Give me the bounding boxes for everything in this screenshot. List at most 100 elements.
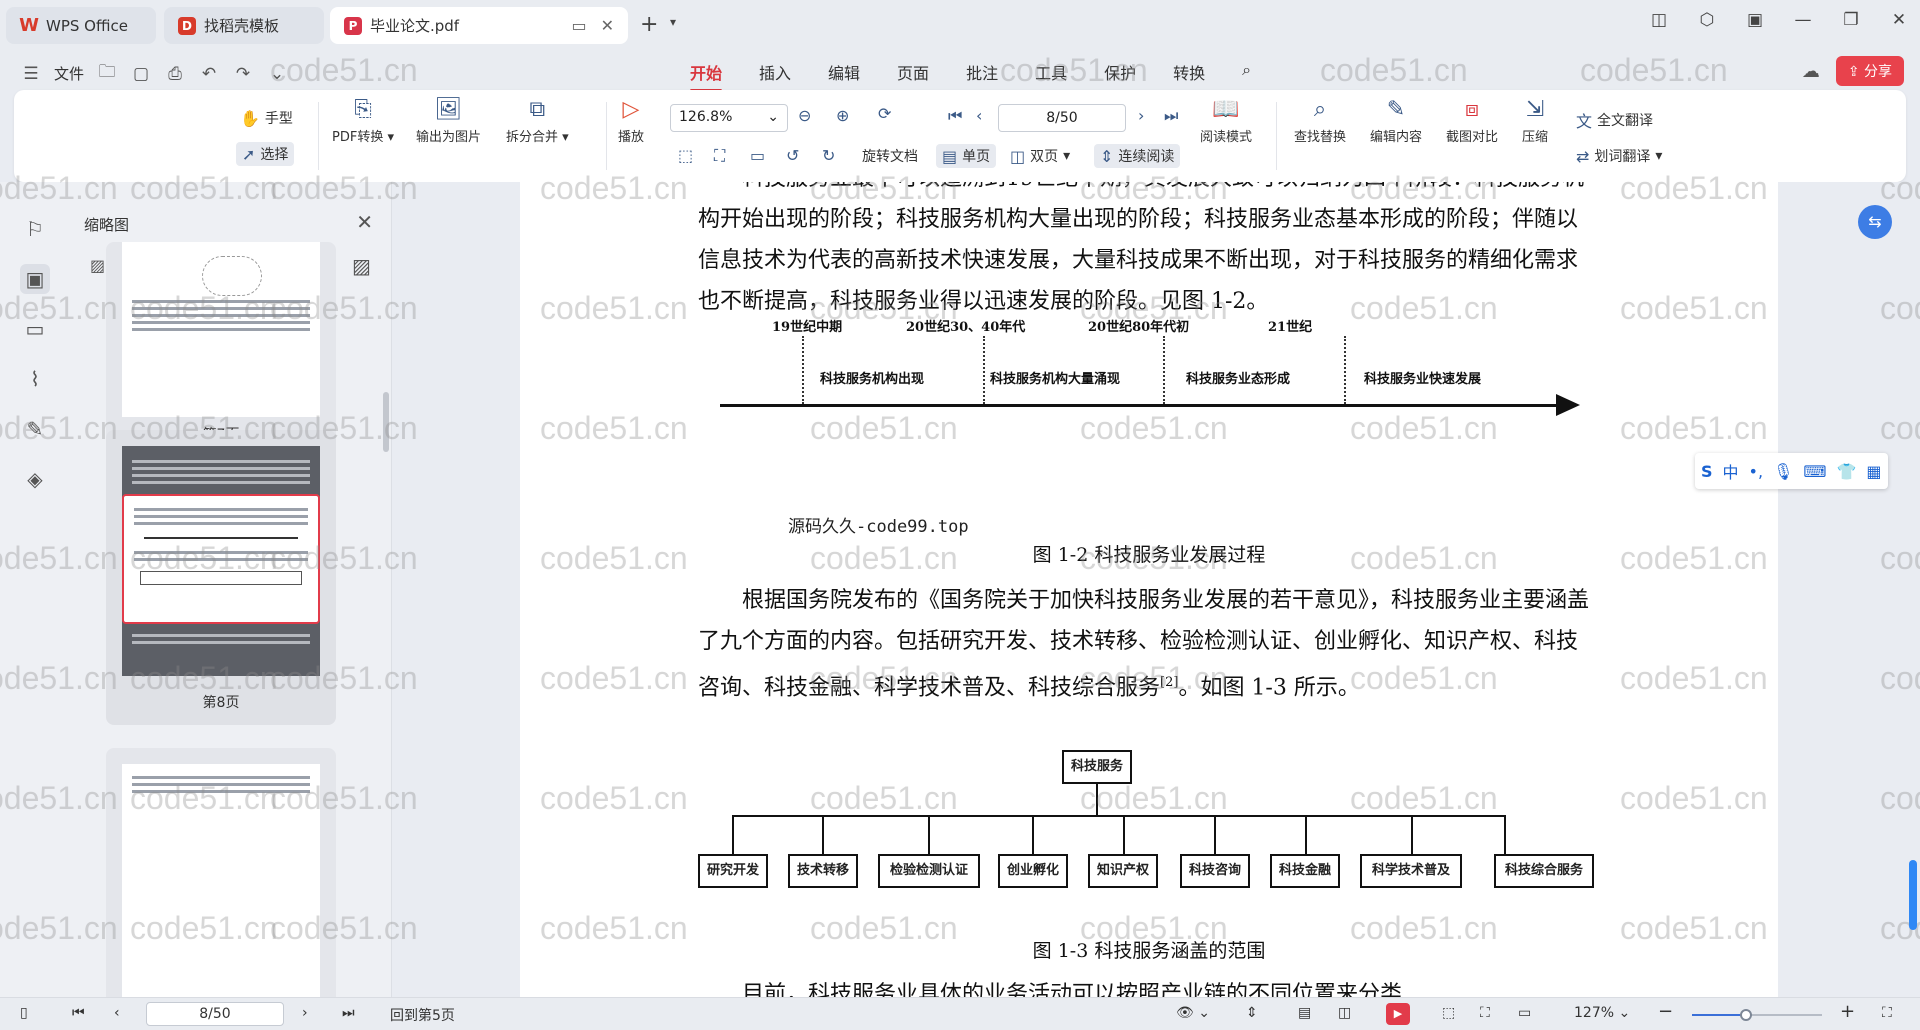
tab-edit[interactable]: 编辑	[828, 60, 860, 84]
tab-convert[interactable]: 转换	[1173, 60, 1205, 84]
minimize-icon[interactable]: —	[1792, 10, 1814, 30]
actual-size-icon[interactable]: ⬚	[678, 146, 693, 165]
layout-icon[interactable]: ◫	[1648, 10, 1670, 30]
tab-wps-office[interactable]: W WPS Office	[6, 7, 156, 44]
close-icon[interactable]: ✕	[356, 210, 373, 234]
fit-page-icon[interactable]: ⛶	[1480, 1005, 1490, 1021]
single-page-button[interactable]: ▤ 单页	[936, 144, 997, 168]
chevron-down-icon[interactable]: ⌄	[266, 64, 288, 84]
thumbnail-page-8[interactable]: 第8页	[106, 430, 336, 725]
bookmark-icon[interactable]: ⚐	[20, 214, 50, 244]
signature-icon[interactable]: ✎	[20, 414, 50, 444]
double-page-icon[interactable]: ◫	[1338, 1005, 1351, 1021]
rotate-right-icon[interactable]: ↻	[822, 146, 835, 165]
cloud-icon[interactable]: ☁	[1802, 61, 1820, 82]
document-scrollbar[interactable]	[1909, 860, 1917, 930]
export-image-button[interactable]: 🖼 输出为图片	[416, 94, 481, 145]
share-button[interactable]: ⇪ 分享	[1835, 56, 1904, 86]
double-page-button[interactable]: ◫ 双页 ▾	[1010, 146, 1070, 166]
ime-language[interactable]: 中	[1723, 459, 1739, 483]
fit-page-icon[interactable]: ⛶	[714, 146, 725, 166]
punctuation-icon[interactable]: •,	[1749, 462, 1764, 481]
keyboard-icon[interactable]: ⌨	[1803, 462, 1826, 481]
zoom-in-icon[interactable]: +	[1840, 1001, 1855, 1022]
citation-ref[interactable]: [2]	[1160, 675, 1178, 690]
translate-full-button[interactable]: 文 全文翻译	[1576, 108, 1653, 132]
continuous-icon[interactable]: ⇕	[1246, 1005, 1258, 1021]
tab-annotate[interactable]: 批注	[966, 60, 998, 84]
select-tool-button[interactable]: ➚ 选择	[236, 142, 295, 166]
file-menu[interactable]: 文件	[54, 63, 84, 84]
thumbnail-scrollbar[interactable]	[383, 392, 389, 452]
attachment-icon[interactable]: ⌇	[20, 364, 50, 394]
thumbnail-page-9[interactable]	[106, 748, 336, 997]
split-merge-button[interactable]: ⧉ 拆分合并 ▾	[506, 94, 569, 145]
close-tab-icon[interactable]: ✕	[601, 16, 614, 35]
undo-icon[interactable]: ↶	[198, 64, 220, 84]
tab-page[interactable]: 页面	[897, 60, 929, 84]
compare-button[interactable]: ⧈ 截图对比	[1446, 94, 1498, 145]
page-input[interactable]: 8/50	[146, 1002, 284, 1026]
play-button[interactable]: ▷ 播放	[618, 94, 644, 145]
zoom-out-icon[interactable]: −	[1658, 1001, 1673, 1022]
hamburger-icon[interactable]: ☰	[20, 64, 42, 84]
tab-insert[interactable]: 插入	[759, 60, 791, 84]
tab-start[interactable]: 开始	[690, 60, 723, 92]
play-icon[interactable]: ▶	[1386, 1003, 1410, 1025]
prev-page-icon[interactable]: ‹	[114, 1005, 120, 1021]
tab-protect[interactable]: 保护	[1104, 60, 1136, 84]
edit-content-button[interactable]: ✎ 编辑内容	[1370, 94, 1422, 145]
skin-icon[interactable]: 👕	[1836, 462, 1856, 481]
translate-word-button[interactable]: ⇄ 划词翻译 ▾	[1576, 146, 1662, 166]
rotate-page-icon[interactable]: ⟳	[878, 104, 891, 123]
new-tab-icon[interactable]: +	[640, 12, 658, 37]
print-icon[interactable]: ⎙	[164, 64, 186, 84]
sidebar-toggle-icon[interactable]: ▯	[20, 1005, 28, 1021]
zoom-slider-handle[interactable]	[1739, 1009, 1752, 1021]
last-page-icon[interactable]: ⏭	[342, 1005, 355, 1021]
tab-pdf-document[interactable]: P 毕业论文.pdf ▭ ✕	[330, 7, 628, 44]
compress-button[interactable]: ⇲ 压缩	[1522, 94, 1548, 145]
single-page-icon[interactable]: ▤	[1298, 1005, 1311, 1021]
cube-icon[interactable]: ⬡	[1696, 10, 1718, 30]
screen-icon[interactable]: ▭	[571, 16, 586, 35]
zoom-out-icon[interactable]: ⊖	[798, 106, 811, 125]
first-page-icon[interactable]: ⏮	[72, 1005, 85, 1021]
next-page-icon[interactable]: ›	[1138, 106, 1144, 125]
fit-width-icon[interactable]: ▭	[1518, 1005, 1531, 1021]
find-replace-button[interactable]: ⌕ 查找替换	[1294, 94, 1346, 145]
rotate-left-icon[interactable]: ↺	[786, 146, 799, 165]
microphone-icon[interactable]: 🎙	[1773, 462, 1793, 481]
thumbnail-page-7[interactable]: 第7页	[106, 242, 336, 447]
zoom-select[interactable]: 126.8% ⌄	[670, 104, 788, 132]
zoom-level[interactable]: 127% ⌄	[1574, 1005, 1630, 1021]
prev-page-icon[interactable]: ‹	[976, 106, 982, 125]
read-mode-button[interactable]: 📖 阅读模式	[1200, 94, 1252, 145]
tab-tools[interactable]: 工具	[1035, 60, 1067, 84]
thumbnail-icon[interactable]: ▣	[20, 264, 50, 294]
layers-icon[interactable]: ◈	[20, 464, 50, 494]
restore-icon[interactable]: ❐	[1840, 10, 1862, 30]
tab-templates[interactable]: D 找稻壳模板	[164, 7, 324, 44]
search-icon[interactable]: ⌕	[1242, 60, 1251, 84]
avatar[interactable]: ▣	[1744, 10, 1766, 30]
continuous-read-button[interactable]: ⇕ 连续阅读	[1094, 144, 1181, 168]
ime-toolbar[interactable]: S 中 •, 🎙 ⌨ 👕 ▦	[1695, 453, 1888, 489]
fullscreen-icon[interactable]: ⛶	[1882, 1005, 1892, 1021]
last-page-icon[interactable]: ⏭	[1164, 106, 1178, 126]
zoom-in-icon[interactable]: ⊕	[836, 106, 849, 125]
eye-icon[interactable]: 👁 ⌄	[1176, 1005, 1210, 1021]
pdf-convert-button[interactable]: ⎘ PDF转换 ▾	[332, 94, 394, 145]
comment-icon[interactable]: ▭	[20, 314, 50, 344]
back-to-page-button[interactable]: 回到第5页	[390, 1005, 455, 1025]
document-view[interactable]: 科技服务业最早可以追溯到19世纪中期，其发展大致可以归纳为四个阶段：科技服务机构…	[392, 182, 1920, 997]
first-page-icon[interactable]: ⏮	[948, 106, 962, 126]
next-page-icon[interactable]: ›	[302, 1005, 308, 1021]
folder-icon[interactable]: 🗀	[96, 59, 118, 88]
close-window-icon[interactable]: ✕	[1888, 10, 1910, 30]
fit-width-icon[interactable]: ▭	[750, 146, 765, 165]
save-icon[interactable]: ▢	[130, 64, 152, 84]
hand-tool-button[interactable]: ✋ 手型	[240, 108, 293, 128]
chevron-down-icon[interactable]: ▾	[670, 15, 676, 29]
rotate-document-button[interactable]: 旋转文档	[862, 146, 918, 166]
